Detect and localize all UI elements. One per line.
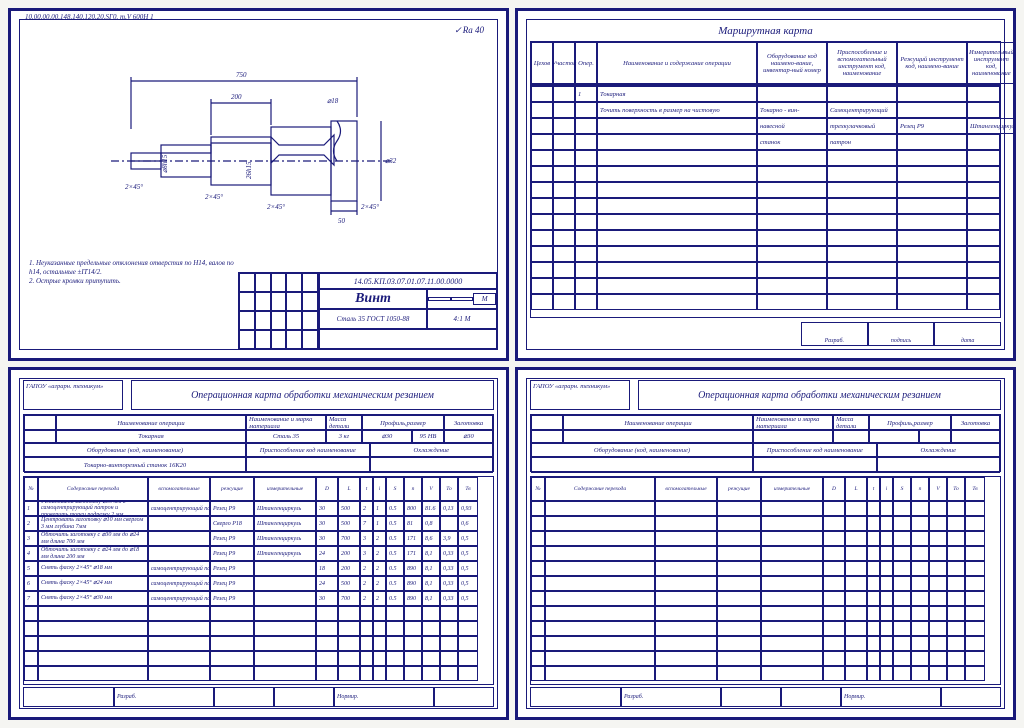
tb-part-name: Винт [319, 289, 427, 309]
route-row [531, 214, 1000, 230]
route-card-sheet: Маршрутная карта ЦеховУчастокОпер. Наиме… [515, 8, 1016, 361]
drawing-code: 10.00.00.00.148.140.120.20.SГ0. т.V 600Н… [25, 13, 154, 21]
op-row [531, 561, 1000, 576]
op-card-1: ГАПОУ «аграрн. техникум» Операционная ка… [8, 367, 509, 720]
op-row: 5Снять фаску 2×45° ⌀18 ммсамоцентрирующи… [24, 561, 493, 576]
svg-text:750: 750 [236, 71, 247, 79]
op-row [531, 576, 1000, 591]
svg-text:⌀8h15: ⌀8h15 [161, 154, 169, 173]
route-row [531, 198, 1000, 214]
op-row [531, 636, 1000, 651]
oc-org: ГАПОУ «аграрн. техникум» [23, 380, 123, 410]
oc-footer: Разраб.Нормир. [23, 687, 494, 707]
svg-text:2×45°: 2×45° [267, 203, 285, 211]
op-row [531, 621, 1000, 636]
op-row [531, 531, 1000, 546]
op-row: 2Центровать заготовку ⌀10 мм сверлом 3 м… [24, 516, 493, 531]
part-drawing: 750 200 50 ⌀18 ⌀32 2×45° 2×45° 2×45° 2×4… [91, 51, 411, 241]
op-row: 4Обточить заготовку с ⌀24 мм до ⌀18 мм д… [24, 546, 493, 561]
tb-scale: 4:1 М [427, 309, 497, 329]
route-row [531, 278, 1000, 294]
title-block: 14.05.КП.03.07.01.07.11.00.0000 Винт М С… [238, 272, 498, 350]
oc-title: Операционная карта обработки механически… [131, 380, 494, 410]
svg-text:⌀18: ⌀18 [327, 97, 339, 105]
op-row: 1Установить заготовку ⌀30 мм в самоцентр… [24, 501, 493, 516]
route-row [531, 294, 1000, 310]
drawing-sheet: 10.00.00.00.148.140.120.20.SГ0. т.V 600Н… [8, 8, 509, 361]
op-row [531, 666, 1000, 681]
tb-material: Сталь 35 ГОСТ 1050-88 [319, 309, 427, 329]
route-row [531, 262, 1000, 278]
roughness-symbol: Ra 40 [454, 25, 484, 36]
route-row [531, 230, 1000, 246]
op-row [531, 606, 1000, 621]
route-row: 1Токарная [531, 86, 1000, 102]
route-header: ЦеховУчастокОпер. Наименование и содержа… [530, 41, 1001, 85]
route-row [531, 182, 1000, 198]
op-row [531, 546, 1000, 561]
op-row [531, 651, 1000, 666]
op-row: 6Снять фаску 2×45° ⌀24 ммсамоцентрирующи… [24, 576, 493, 591]
op-row [531, 501, 1000, 516]
svg-text:2×45°: 2×45° [361, 203, 379, 211]
route-row: Точить поверхность в размер на чистовуюТ… [531, 102, 1000, 118]
op-row: 3Обточить заготовку с ⌀30 мм до ⌀24 мм д… [24, 531, 493, 546]
route-body: 1ТокарнаяТочить поверхность в размер на … [530, 85, 1001, 318]
op-card-2: ГАПОУ «аграрн. техникум» Операционная ка… [515, 367, 1016, 720]
svg-text:50: 50 [338, 217, 346, 225]
tb-number: 14.05.КП.03.07.01.07.11.00.0000 [319, 273, 497, 289]
route-row [531, 150, 1000, 166]
route-row [531, 246, 1000, 262]
oc-table: №Содержание перехода вспомогательныережу… [23, 476, 494, 685]
op-row [531, 516, 1000, 531]
route-row [531, 166, 1000, 182]
svg-text:26h15: 26h15 [245, 161, 253, 179]
route-footer: Разраб.подписьдата [801, 322, 1001, 346]
route-row: станокпатрон [531, 134, 1000, 150]
svg-text:⌀32: ⌀32 [385, 157, 397, 165]
op-row: 7Снять фаску 2×45° ⌀30 ммсамоцентрирующи… [24, 591, 493, 606]
oc-meta: Наименование операции Наименование и мар… [23, 414, 494, 472]
svg-text:2×45°: 2×45° [205, 193, 223, 201]
svg-text:200: 200 [231, 93, 242, 101]
route-title: Маршрутная карта [518, 21, 1013, 37]
svg-text:2×45°: 2×45° [125, 183, 143, 191]
route-row: навеснойтрехкулачковыйРезец Р9Штангенцир… [531, 118, 1000, 134]
op-row [531, 591, 1000, 606]
